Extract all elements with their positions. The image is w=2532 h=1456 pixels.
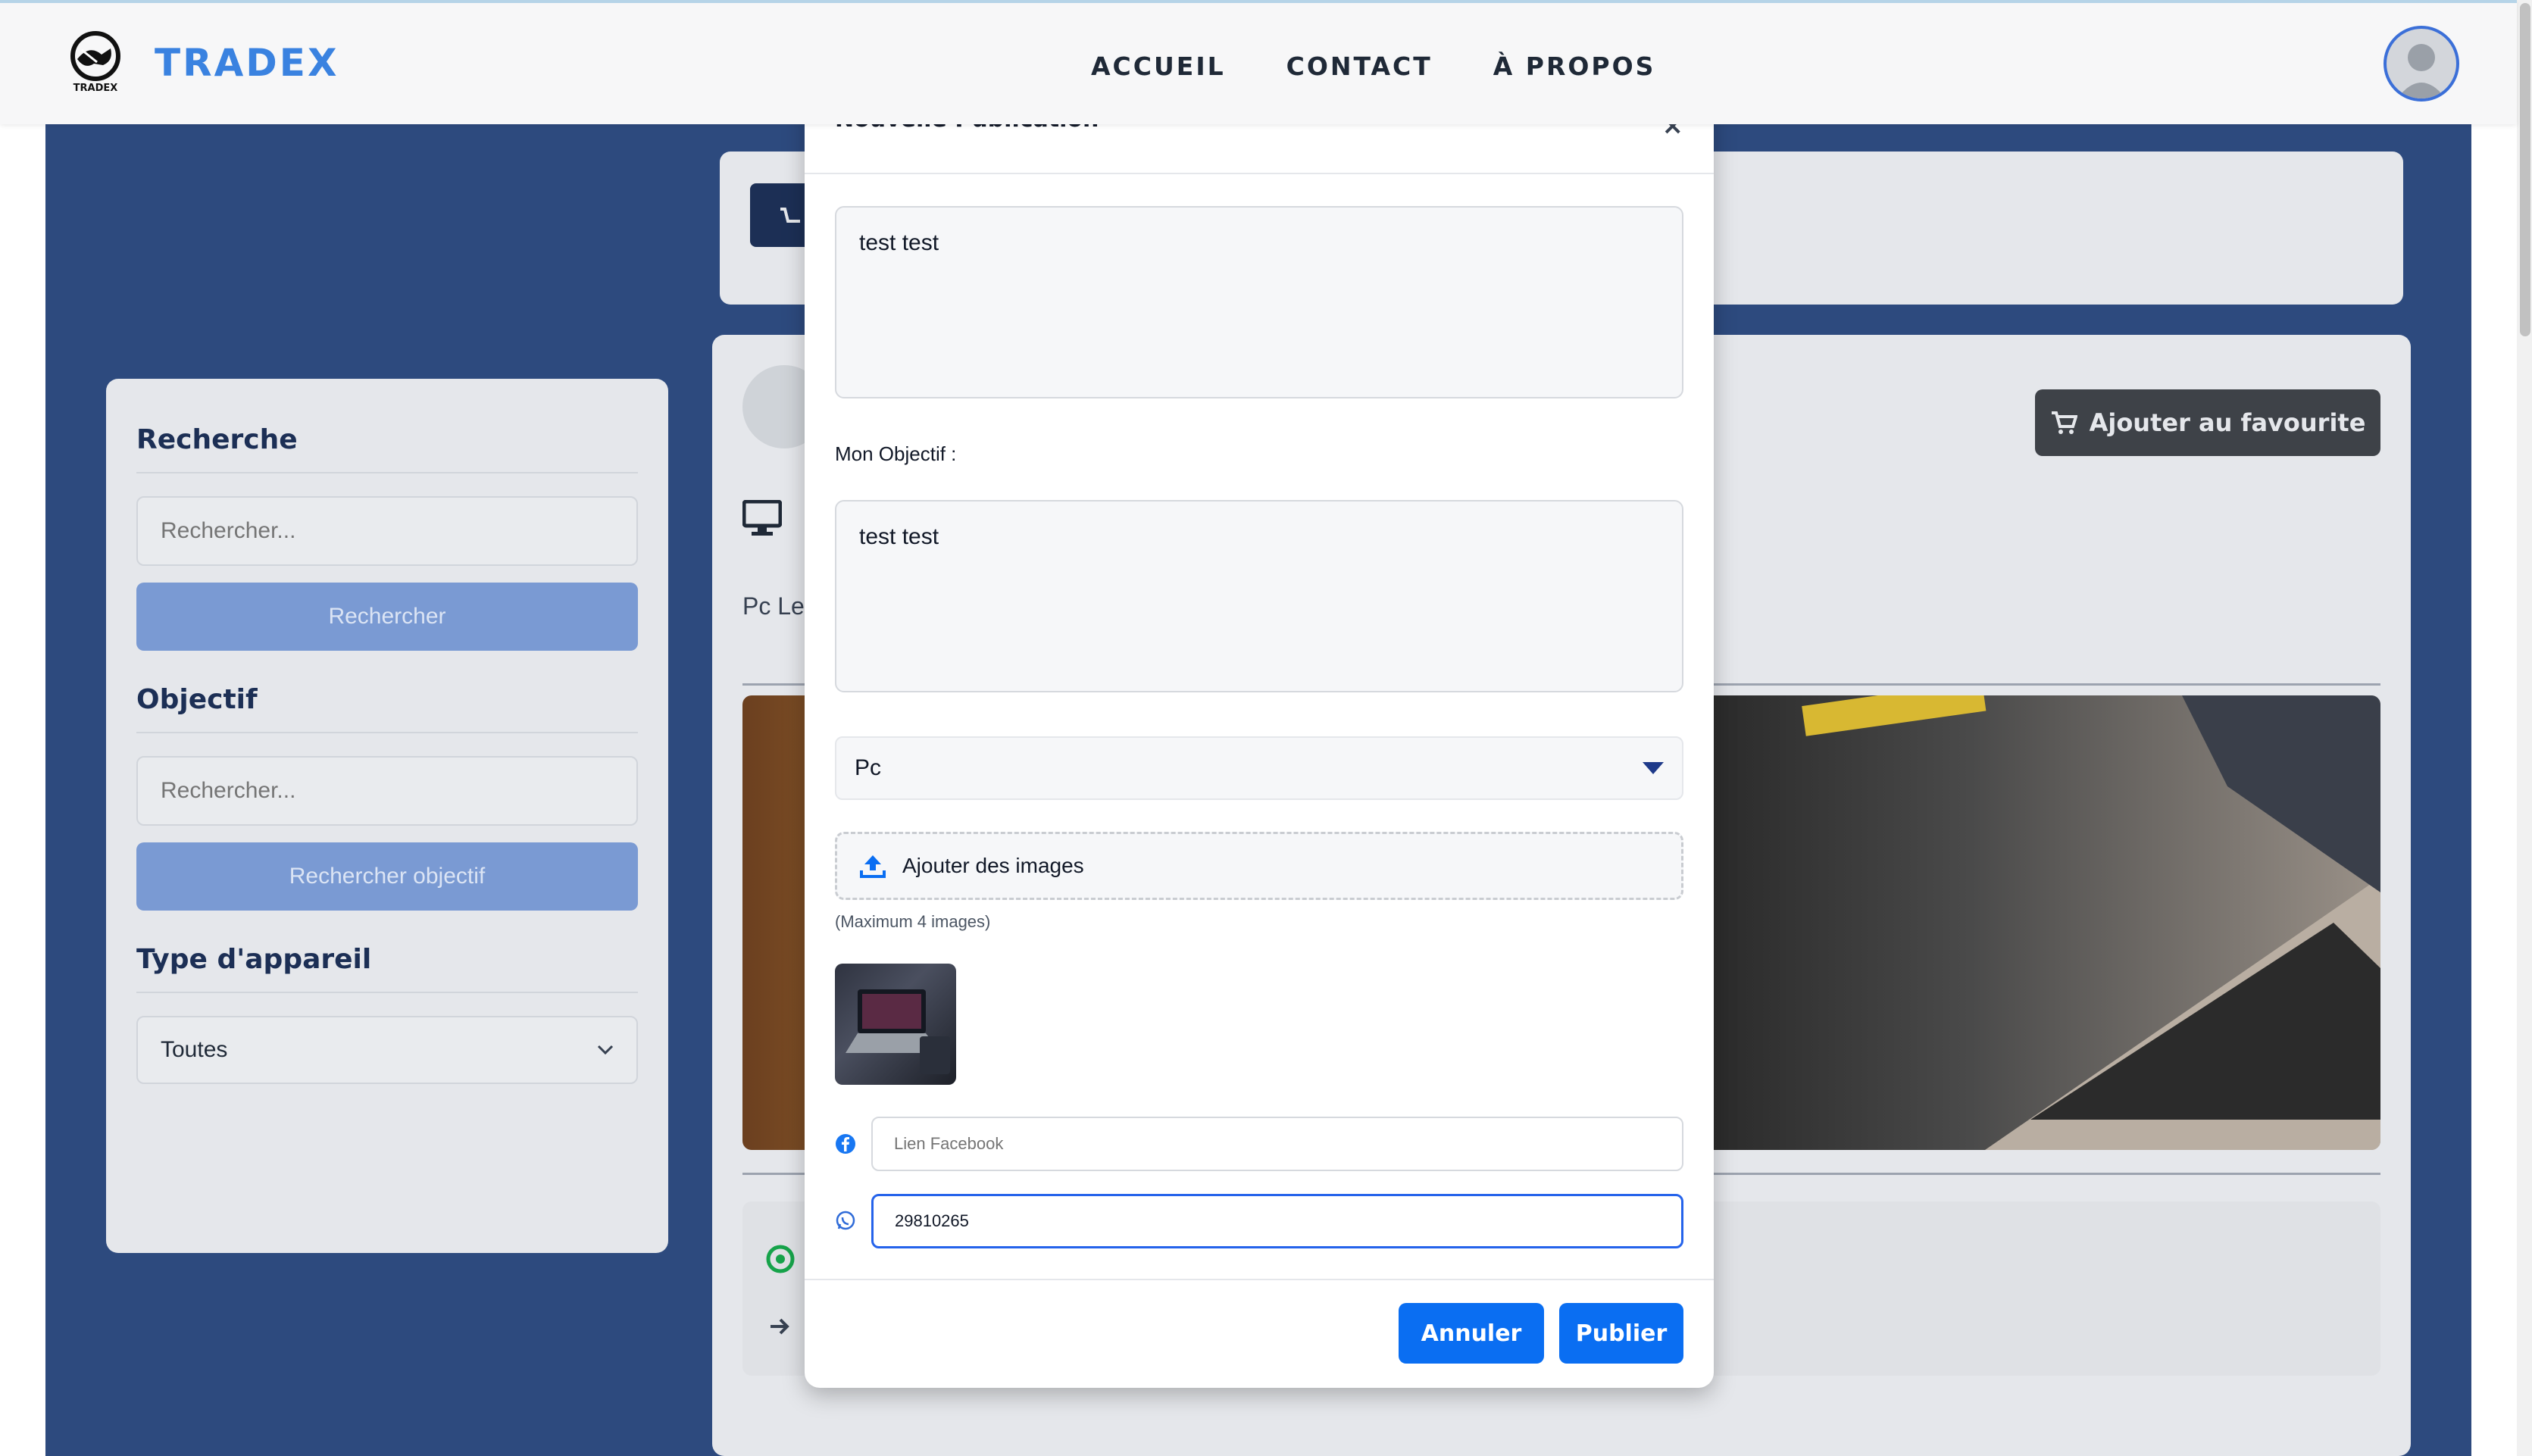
facebook-row	[835, 1117, 1683, 1171]
caret-down-icon	[1643, 762, 1664, 774]
main-nav: ACCUEIL CONTACT À PROPOS	[1091, 52, 1655, 81]
new-publication-modal: Nouvelle Publication × test test Mon Obj…	[805, 68, 1714, 1388]
device-select-value: Pc	[855, 755, 882, 780]
nav-accueil[interactable]: ACCUEIL	[1091, 52, 1226, 81]
whatsapp-row	[835, 1194, 1683, 1248]
image-thumbnail[interactable]	[835, 964, 956, 1085]
facebook-link-input[interactable]	[871, 1117, 1683, 1171]
publish-button[interactable]: Publier	[1559, 1303, 1683, 1364]
laptop-thumbnail-image	[846, 989, 950, 1074]
device-select[interactable]: Pc	[835, 736, 1683, 800]
whatsapp-icon	[836, 1211, 855, 1230]
brand-name[interactable]: TRADEX	[155, 41, 339, 85]
objective-label: Mon Objectif :	[835, 442, 957, 465]
tradex-logo-icon[interactable]: TRADEX	[67, 30, 127, 94]
whatsapp-number-input[interactable]	[871, 1194, 1683, 1248]
objective-value: test test	[859, 524, 939, 549]
cancel-button[interactable]: Annuler	[1399, 1303, 1544, 1364]
upload-hint: (Maximum 4 images)	[835, 912, 991, 931]
description-textarea[interactable]: test test	[835, 206, 1683, 398]
add-images-button[interactable]: Ajouter des images	[835, 832, 1683, 900]
objective-textarea[interactable]: test test	[835, 500, 1683, 692]
facebook-icon	[836, 1134, 855, 1154]
description-value: test test	[859, 230, 939, 255]
top-navbar: TRADEX TRADEX ACCUEIL CONTACT À PROPOS	[0, 0, 2517, 124]
user-avatar[interactable]	[2384, 26, 2459, 102]
add-images-label: Ajouter des images	[902, 854, 1084, 877]
nav-contact[interactable]: CONTACT	[1286, 52, 1433, 81]
logo-caption: TRADEX	[73, 83, 118, 94]
upload-icon	[860, 855, 886, 878]
nav-a-propos[interactable]: À PROPOS	[1493, 52, 1656, 81]
modal-footer-divider	[805, 1279, 1714, 1280]
user-icon	[2397, 44, 2446, 98]
